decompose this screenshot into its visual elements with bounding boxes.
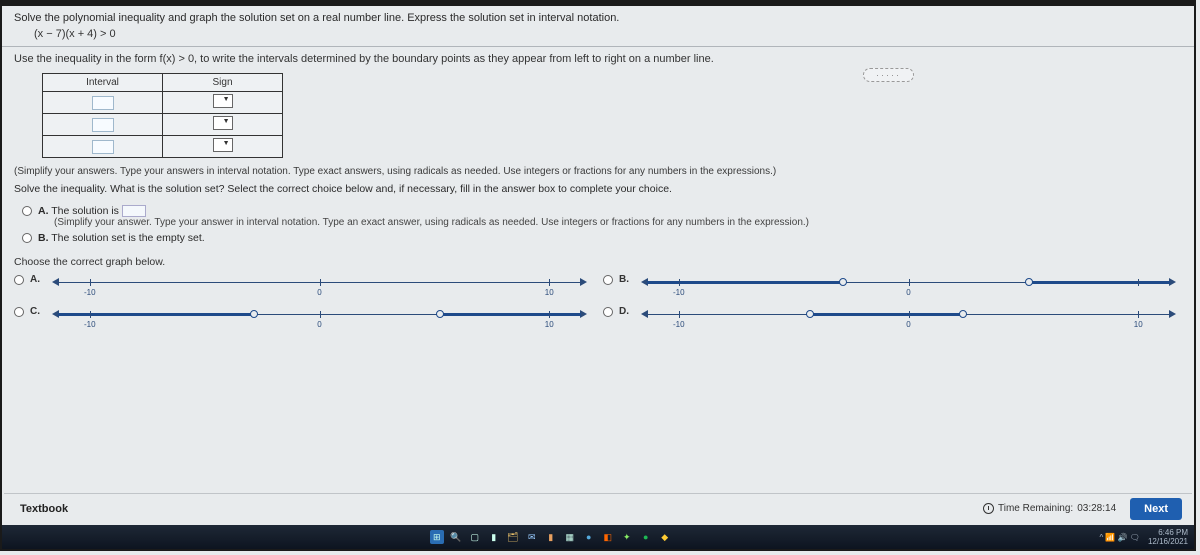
table-row (43, 92, 283, 114)
radio-graph-d[interactable] (603, 307, 613, 317)
table-row (43, 136, 283, 158)
question-formula: (x − 7)(x + 4) > 0 (14, 24, 1182, 42)
graph-prompt: Choose the correct graph below. (14, 254, 1182, 274)
spotify-icon[interactable]: ● (639, 530, 653, 544)
sign-table-zone: Interval Sign (2, 71, 1194, 162)
sign-select-3[interactable] (213, 138, 233, 152)
graph-choice-d[interactable]: D. -10 0 10 (603, 306, 1182, 332)
graph-label-b: B. (619, 274, 629, 285)
taskview-icon[interactable]: ▢ (468, 530, 482, 544)
sign-select-1[interactable] (213, 94, 233, 108)
search-icon[interactable]: 🔍 (449, 530, 463, 544)
app-icon[interactable]: ▮ (544, 530, 558, 544)
system-tray[interactable]: ^ 📶 🔊 🗨 6:46 PM12/16/2021 (1099, 528, 1188, 546)
col-interval-header: Interval (43, 74, 163, 92)
windows-taskbar[interactable]: ⊞ 🔍 ▢ ▮ 🗂 ✉ ▮ ▦ ● ◧ ✦ ● ◆ ^ 📶 🔊 🗨 6:46 P… (2, 525, 1194, 549)
radio-a[interactable] (22, 206, 32, 216)
taskbar-apps[interactable]: ⊞ 🔍 ▢ ▮ 🗂 ✉ ▮ ▦ ● ◧ ✦ ● ◆ (8, 530, 1093, 544)
graph-choice-c[interactable]: C. -10 0 10 (14, 306, 593, 332)
choice-b[interactable]: B. The solution set is the empty set. (22, 230, 1182, 246)
textbook-button[interactable]: Textbook (14, 499, 74, 519)
next-button[interactable]: Next (1130, 498, 1182, 520)
interval-input-2[interactable] (92, 118, 114, 132)
start-icon[interactable]: ⊞ (430, 530, 444, 544)
arrow-right-icon (1169, 278, 1176, 286)
numline-a: -10 0 10 (46, 274, 593, 300)
explorer-icon[interactable]: 🗂 (506, 530, 520, 544)
mail-icon[interactable]: ✉ (525, 530, 539, 544)
question-prompt: Solve the polynomial inequality and grap… (14, 12, 1182, 24)
interval-input-1[interactable] (92, 96, 114, 110)
radio-graph-b[interactable] (603, 275, 613, 285)
graph-choice-a[interactable]: A. -10 0 10 (14, 274, 593, 300)
tray-icons[interactable]: ^ 📶 🔊 🗨 (1099, 533, 1140, 542)
solution-input[interactable] (122, 205, 146, 217)
numline-d: -10 0 10 (635, 306, 1182, 332)
sign-table: Interval Sign (42, 73, 283, 158)
table-hint: (Simplify your answers. Type your answer… (2, 162, 1194, 179)
choice-a-hint: (Simplify your answer. Type your answer … (38, 217, 809, 228)
time-remaining: Time Remaining: 03:28:14 (983, 503, 1116, 514)
numline-b: -10 0 (635, 274, 1182, 300)
arrow-right-icon (580, 310, 587, 318)
app-icon[interactable]: ▦ (563, 530, 577, 544)
radio-b[interactable] (22, 233, 32, 243)
choice-a-text: A. The solution is (Simplify your answer… (38, 205, 809, 228)
instruction-line: Use the inequality in the form f(x) > 0,… (2, 47, 1194, 71)
sign-select-2[interactable] (213, 116, 233, 130)
solve-prompt: Solve the inequality. What is the soluti… (2, 179, 1194, 201)
taskbar-clock[interactable]: 6:46 PM12/16/2021 (1148, 528, 1188, 546)
graph-label-a: A. (30, 274, 40, 285)
choice-b-text: B. The solution set is the empty set. (38, 232, 205, 244)
interval-input-3[interactable] (92, 140, 114, 154)
arrow-right-icon (1169, 310, 1176, 318)
choice-a[interactable]: A. The solution is (Simplify your answer… (22, 203, 1182, 230)
graph-label-c: C. (30, 306, 40, 317)
radio-graph-a[interactable] (14, 275, 24, 285)
graph-choice-b[interactable]: B. -10 0 (603, 274, 1182, 300)
app-icon[interactable]: ▮ (487, 530, 501, 544)
app-icon[interactable]: ◧ (601, 530, 615, 544)
numline-c: -10 0 10 (46, 306, 593, 332)
app-icon[interactable]: ✦ (620, 530, 634, 544)
graph-label-d: D. (619, 306, 629, 317)
collapse-hint[interactable]: ····· (863, 68, 914, 82)
table-row (43, 114, 283, 136)
col-sign-header: Sign (163, 74, 283, 92)
app-icon[interactable]: ◆ (658, 530, 672, 544)
footer-bar: Textbook Time Remaining: 03:28:14 Next (4, 493, 1192, 523)
clock-icon (983, 503, 994, 514)
chrome-icon[interactable]: ● (582, 530, 596, 544)
radio-graph-c[interactable] (14, 307, 24, 317)
arrow-right-icon (580, 278, 587, 286)
